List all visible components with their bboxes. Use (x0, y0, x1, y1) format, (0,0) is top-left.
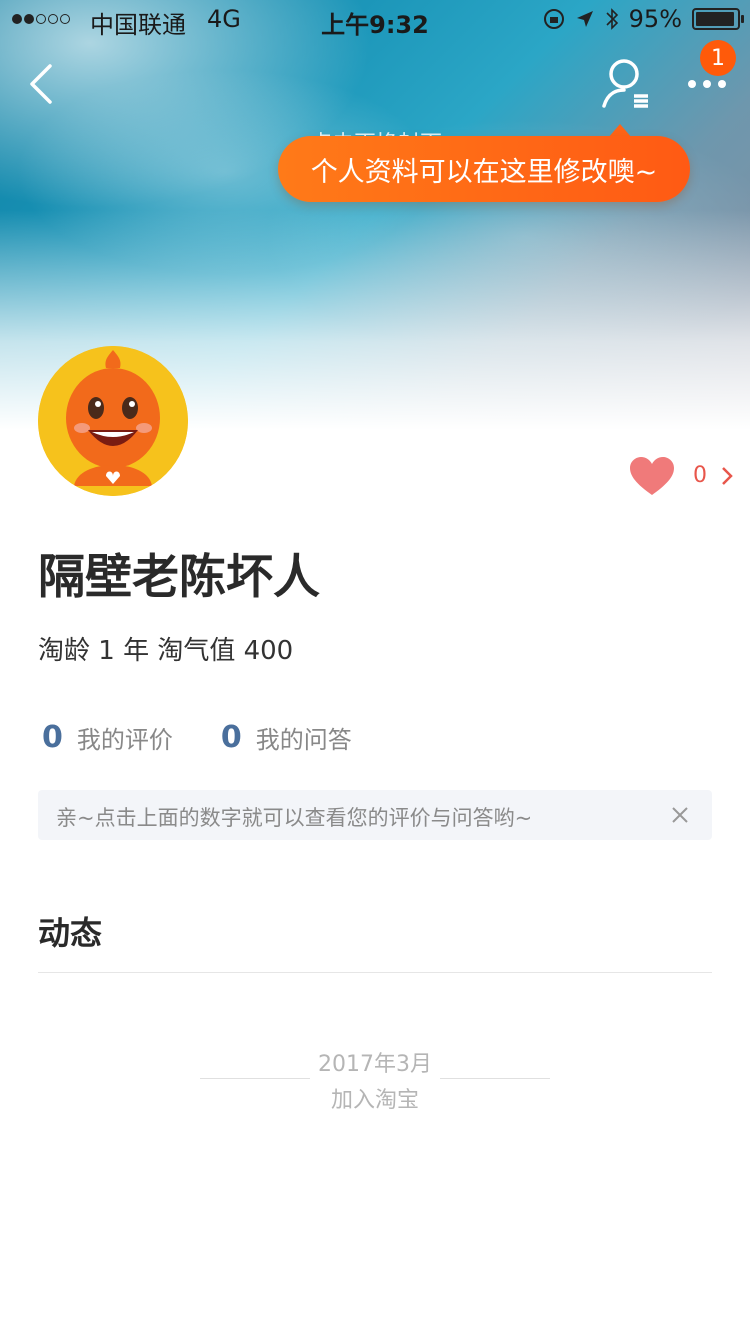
timeline-line-right (440, 1078, 550, 1079)
user-meta: 淘龄 1 年 淘气值 400 (38, 636, 294, 666)
status-right: 95% (543, 5, 744, 33)
qa-count[interactable]: 0 (221, 720, 242, 755)
divider (38, 972, 712, 973)
avatar[interactable] (38, 346, 188, 496)
reviews-count-item[interactable]: 0 我的评价 (42, 720, 173, 755)
close-icon[interactable] (670, 805, 690, 825)
location-icon (576, 11, 593, 27)
profile-edit-icon[interactable] (600, 56, 654, 114)
battery-percent: 95% (628, 5, 682, 33)
timeline-line-left (200, 1078, 310, 1079)
heart-icon (630, 457, 674, 495)
notice-text: 亲~点击上面的数字就可以查看您的评价与问答哟~ (56, 806, 533, 830)
qa-count-item[interactable]: 0 我的问答 (221, 720, 352, 755)
profile-edit-tooltip[interactable]: 个人资料可以在这里修改噢~ (278, 136, 690, 202)
section-title: 动态 (38, 914, 103, 952)
timeline-text: 加入淘宝 (330, 1088, 419, 1113)
profile-screen: 点击更换封面 中国联通 4G 上午9:32 95% (0, 0, 750, 1334)
notification-badge: 1 (700, 40, 736, 76)
qa-label: 我的问答 (255, 726, 352, 754)
username: 隔壁老陈坏人 (38, 550, 320, 605)
rotation-lock-icon (543, 9, 564, 29)
mascot-avatar-icon (38, 346, 188, 496)
status-bar: 中国联通 4G 上午9:32 95% (0, 0, 750, 40)
counts-row: 0 我的评价 0 我的问答 (42, 720, 400, 755)
back-icon[interactable] (24, 62, 64, 106)
reviews-label: 我的评价 (76, 726, 173, 754)
likes-area[interactable]: 0 (628, 455, 733, 497)
likes-count: 0 (693, 463, 707, 488)
notice-banner: 亲~点击上面的数字就可以查看您的评价与问答哟~ (38, 790, 712, 840)
bluetooth-icon (606, 8, 618, 30)
timeline-date: 2017年3月 (318, 1052, 432, 1077)
battery-icon (692, 8, 744, 30)
timeline-item: 2017年3月 加入淘宝 (200, 1044, 550, 1114)
chevron-right-icon (722, 467, 733, 485)
reviews-count[interactable]: 0 (42, 720, 63, 755)
